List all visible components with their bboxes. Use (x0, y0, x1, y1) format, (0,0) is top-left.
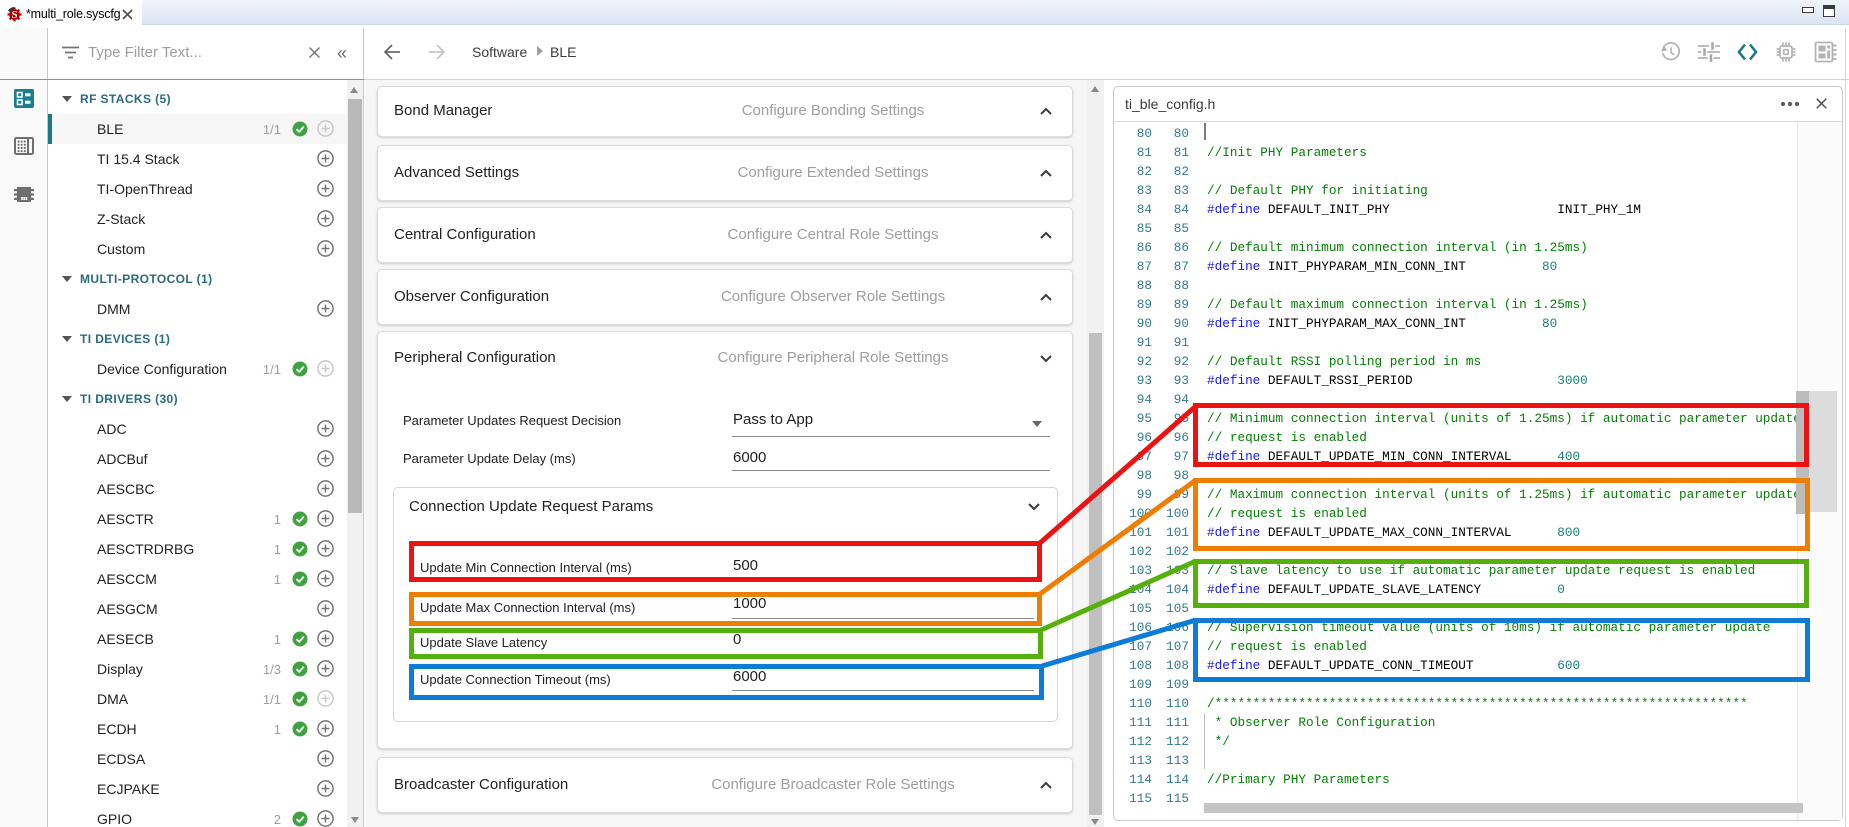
svg-text:S: S (12, 10, 18, 21)
